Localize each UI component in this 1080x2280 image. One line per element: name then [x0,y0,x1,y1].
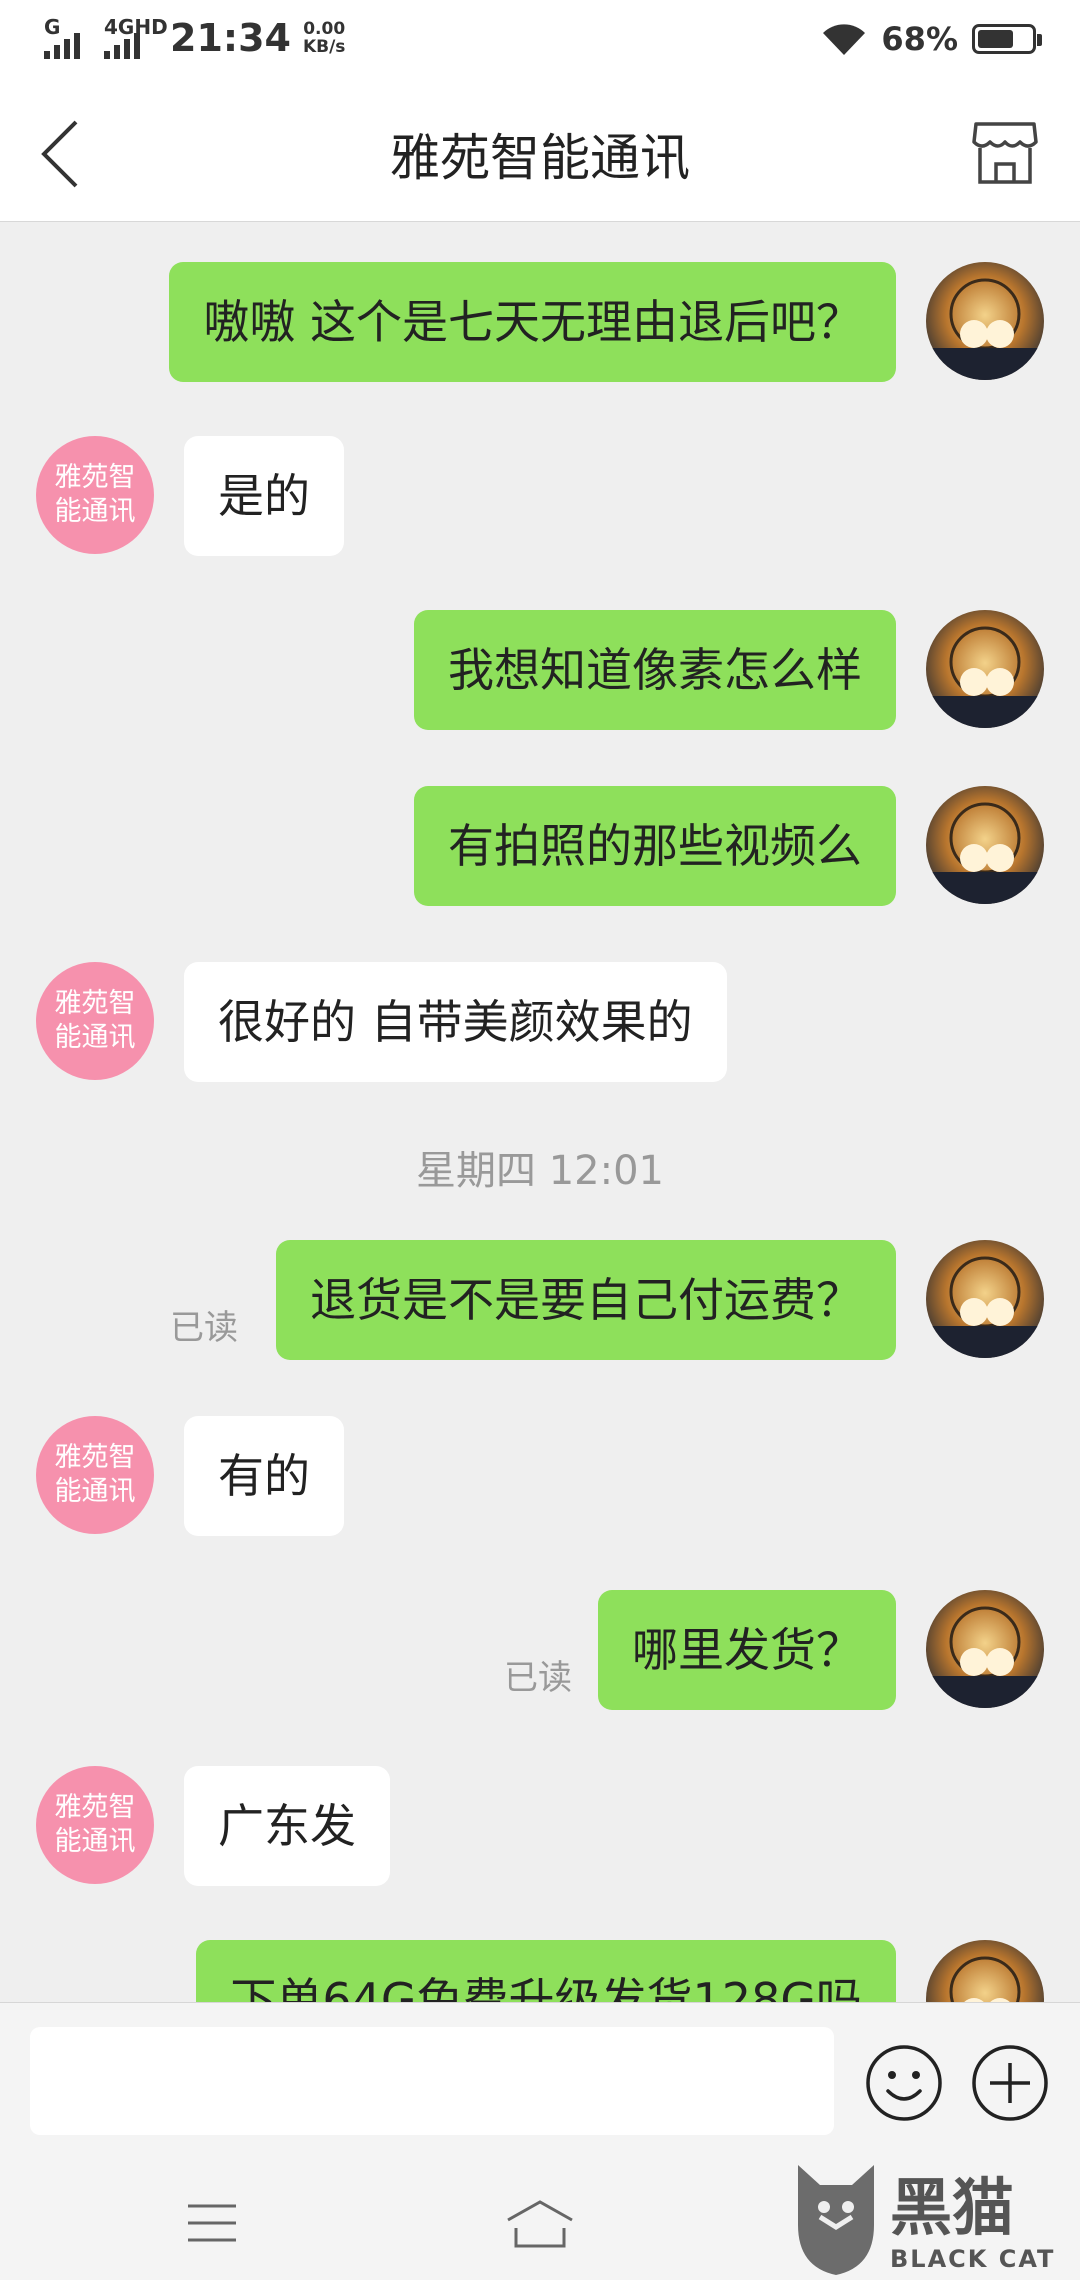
plus-icon[interactable] [970,2043,1050,2123]
black-cat-watermark-logo: 黑猫 BLACK CAT [798,2165,1055,2275]
my-avatar[interactable] [926,1940,1044,2002]
battery-percent: 68% [881,20,958,58]
message-bubble[interactable]: 广东发 [184,1766,390,1886]
network-speed: 0.00 KB/s [303,20,345,56]
my-avatar[interactable] [926,1590,1044,1708]
sim1-signal-icon: G [44,15,94,59]
battery-icon [972,24,1042,54]
message-bubble[interactable]: 退货是不是要自己付运费？ [276,1240,896,1360]
contact-avatar[interactable]: 雅苑智能通讯 [36,962,154,1080]
clock: 21:34 [170,16,291,60]
chat-header: 雅苑智能通讯 [0,84,1080,222]
message-list[interactable]: 已读 嗷嗷 这个是七天无理由退后吧？ 雅苑智能通讯 是的 已读 我想知道像素怎么… [0,222,1080,2002]
message-bubble[interactable]: 有拍照的那些视频么 [414,786,896,906]
my-avatar[interactable] [926,262,1044,380]
message-input[interactable] [30,2027,834,2135]
read-status: 已读 [504,1658,572,1698]
watermark-en: BLACK CAT [890,2245,1055,2273]
page-title: 雅苑智能通讯 [390,129,690,187]
read-status: 已读 [170,1308,238,1348]
network-speed-value: 0.00 [303,19,346,39]
contact-avatar[interactable]: 雅苑智能通讯 [36,1766,154,1884]
wifi-icon [823,24,866,55]
status-left: G 4GHD 21:34 0.00 KB/s [44,15,345,60]
network-speed-unit: KB/s [302,37,346,57]
sim2-signal-icon: 4GHD [104,15,168,59]
contact-avatar[interactable]: 雅苑智能通讯 [36,436,154,554]
contact-avatar[interactable]: 雅苑智能通讯 [36,1416,154,1534]
watermark-cn: 黑猫 [890,2171,1014,2244]
emoji-icon[interactable] [864,2043,944,2123]
my-avatar[interactable] [926,1240,1044,1358]
status-right: 68% [821,20,1042,58]
message-bubble[interactable]: 有的 [184,1416,344,1536]
message-bubble[interactable]: 哪里发货？ [598,1590,896,1710]
message-bubble[interactable]: 嗷嗷 这个是七天无理由退后吧？ [169,262,896,382]
battery-fill [978,30,1013,48]
message-bubble[interactable]: 下单64G免费升级发货128G吗 [196,1940,896,2002]
status-bar: G 4GHD 21:34 0.00 KB/s 68% [0,0,1080,84]
home-icon[interactable] [504,2198,576,2250]
my-avatar[interactable] [926,610,1044,728]
message-bubble[interactable]: 是的 [184,436,344,556]
my-avatar[interactable] [926,786,1044,904]
message-bubble[interactable]: 我想知道像素怎么样 [414,610,896,730]
store-icon[interactable] [970,118,1040,188]
menu-icon[interactable] [186,2200,238,2246]
time-divider: 星期四 12:01 [416,1148,664,1194]
message-bubble[interactable]: 很好的 自带美颜效果的 [184,962,727,1082]
input-bar [0,2002,1080,2170]
